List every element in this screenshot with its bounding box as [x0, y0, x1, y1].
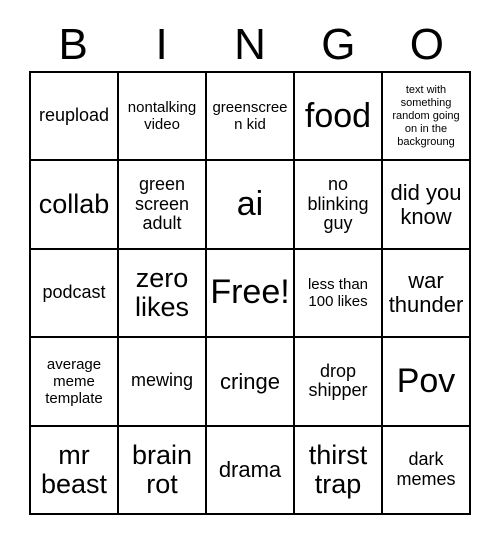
- bingo-cell-b2[interactable]: collab: [31, 161, 119, 250]
- bingo-cell-label: cringe: [220, 368, 280, 394]
- bingo-cell-i2[interactable]: green screen adult: [119, 161, 207, 250]
- bingo-cell-label: reupload: [38, 105, 110, 126]
- bingo-cell-label: mr beast: [40, 440, 108, 499]
- bingo-header-letter-i: I: [155, 19, 168, 69]
- bingo-header-letter-o: O: [409, 19, 444, 69]
- bingo-cell-b1[interactable]: reupload: [31, 73, 119, 162]
- bingo-cell-i1[interactable]: nontalking video: [119, 73, 207, 162]
- bingo-cell-b4[interactable]: average meme template: [31, 338, 119, 427]
- bingo-header: B I N G O: [29, 18, 471, 71]
- bingo-cell-label: collab: [38, 189, 110, 220]
- bingo-cell-o4[interactable]: Pov: [383, 338, 471, 427]
- bingo-cell-label: drop shipper: [308, 360, 368, 401]
- bingo-cell-i3[interactable]: zero likes: [119, 249, 207, 339]
- bingo-header-letter-g: G: [321, 19, 356, 69]
- bingo-grid: reupload nontalking video greenscreen ki…: [29, 71, 471, 515]
- bingo-cell-o3[interactable]: war thunder: [383, 249, 471, 339]
- bingo-cell-label: food: [304, 96, 372, 135]
- bingo-header-letter-n: N: [234, 19, 266, 69]
- bingo-cell-o1[interactable]: text with something random going on in t…: [383, 73, 471, 162]
- bingo-cell-n4[interactable]: cringe: [207, 338, 295, 427]
- bingo-cell-label: podcast: [42, 282, 106, 303]
- bingo-cell-label: no blinking guy: [307, 173, 369, 234]
- bingo-cell-label: brain rot: [131, 440, 193, 499]
- bingo-cell-label: average meme template: [45, 355, 103, 407]
- bingo-cell-o2[interactable]: did you know: [383, 161, 471, 250]
- bingo-cell-label: thirst trap: [308, 440, 368, 499]
- bingo-cell-label: zero likes: [134, 263, 189, 322]
- bingo-cell-label: drama: [218, 456, 282, 482]
- bingo-card: B I N G O reupload nontalking video gree…: [0, 0, 500, 544]
- bingo-cell-label: greenscreen kid: [212, 99, 288, 134]
- bingo-cell-label: mewing: [130, 370, 194, 391]
- bingo-cell-label: Pov: [396, 361, 456, 400]
- bingo-cell-g1[interactable]: food: [295, 73, 383, 162]
- bingo-cell-label: green screen adult: [134, 173, 190, 234]
- bingo-cell-n2[interactable]: ai: [207, 161, 295, 250]
- bingo-cell-i4[interactable]: mewing: [119, 338, 207, 427]
- bingo-cell-g3[interactable]: less than 100 likes: [295, 249, 383, 339]
- bingo-cell-i5[interactable]: brain rot: [119, 426, 207, 515]
- bingo-cell-label: ai: [236, 184, 264, 223]
- bingo-cell-label: Free!: [210, 273, 290, 312]
- bingo-cell-b3[interactable]: podcast: [31, 249, 119, 339]
- bingo-cell-free-space[interactable]: Free!: [207, 249, 295, 339]
- bingo-cell-label: less than 100 likes: [307, 275, 369, 310]
- bingo-cell-label: war thunder: [388, 268, 464, 317]
- bingo-cell-g2[interactable]: no blinking guy: [295, 161, 383, 250]
- bingo-cell-n1[interactable]: greenscreen kid: [207, 73, 295, 162]
- bingo-cell-label: dark memes: [396, 449, 456, 489]
- bingo-cell-g4[interactable]: drop shipper: [295, 338, 383, 427]
- bingo-cell-b5[interactable]: mr beast: [31, 426, 119, 515]
- bingo-cell-n5[interactable]: drama: [207, 426, 295, 515]
- bingo-cell-label: did you know: [390, 179, 462, 229]
- bingo-cell-label: text with something random going on in t…: [392, 83, 460, 148]
- bingo-cell-g5[interactable]: thirst trap: [295, 426, 383, 515]
- bingo-cell-label: nontalking video: [127, 99, 197, 134]
- bingo-header-letter-b: B: [58, 19, 88, 69]
- bingo-cell-o5[interactable]: dark memes: [383, 426, 471, 515]
